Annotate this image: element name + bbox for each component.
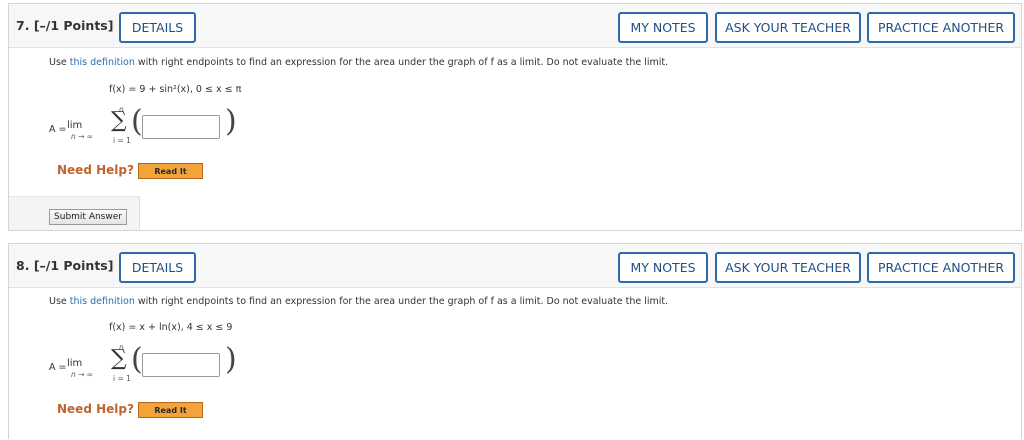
left-paren: (	[131, 342, 143, 377]
function-definition: f(x) = 9 + sin²(x), 0 ≤ x ≤ π	[109, 84, 242, 95]
submit-area: Submit Answer	[9, 196, 140, 230]
prompt-text-start: Use	[49, 57, 70, 68]
definition-link[interactable]: this definition	[70, 57, 135, 68]
right-paren: )	[225, 104, 237, 139]
question-8: 8. [–/1 Points] DETAILS MY NOTES ASK YOU…	[8, 243, 1022, 439]
answer-input[interactable]	[142, 353, 220, 377]
question-points: [–/1 Points]	[33, 258, 114, 273]
question-number: 8.	[16, 258, 30, 273]
submit-answer-button[interactable]: Submit Answer	[49, 209, 127, 225]
question-prompt: Use this definition with right endpoints…	[49, 57, 668, 68]
prompt-text-end: with right endpoints to find an expressi…	[134, 57, 669, 68]
area-limit-formula: A = lim n → ∞ n ∑ i = 1 ( )	[49, 105, 249, 152]
area-label: A =	[49, 362, 67, 373]
need-help-label: Need Help?	[57, 163, 134, 177]
sum-lower-bound: i = 1	[113, 374, 131, 383]
need-help-label: Need Help?	[57, 402, 134, 416]
ask-your-teacher-button[interactable]: ASK YOUR TEACHER	[715, 252, 861, 283]
question-8-header: 8. [–/1 Points] DETAILS MY NOTES ASK YOU…	[9, 244, 1021, 288]
question-7: 7. [–/1 Points] DETAILS MY NOTES ASK YOU…	[8, 3, 1022, 231]
sum-lower-bound: i = 1	[113, 136, 131, 145]
question-8-title: 8. [–/1 Points]	[16, 258, 113, 273]
practice-another-button[interactable]: PRACTICE ANOTHER	[867, 12, 1015, 43]
summation-icon: ∑	[111, 346, 127, 371]
prompt-text-start: Use	[49, 296, 70, 307]
prompt-text-end: with right endpoints to find an expressi…	[134, 296, 669, 307]
practice-another-button[interactable]: PRACTICE ANOTHER	[867, 252, 1015, 283]
area-label: A =	[49, 124, 67, 135]
limit-subscript: n → ∞	[71, 370, 94, 379]
question-number: 7.	[16, 18, 30, 33]
question-prompt: Use this definition with right endpoints…	[49, 296, 668, 307]
question-points: [–/1 Points]	[33, 18, 114, 33]
limit-subscript: n → ∞	[71, 132, 94, 141]
read-it-button[interactable]: Read It	[138, 402, 203, 418]
right-paren: )	[225, 342, 237, 377]
question-7-title: 7. [–/1 Points]	[16, 18, 113, 33]
limit-label: lim	[67, 120, 83, 131]
my-notes-button[interactable]: MY NOTES	[618, 252, 708, 283]
area-limit-formula: A = lim n → ∞ n ∑ i = 1 ( )	[49, 343, 249, 390]
left-paren: (	[131, 104, 143, 139]
limit-label: lim	[67, 358, 83, 369]
answer-input[interactable]	[142, 115, 220, 139]
definition-link[interactable]: this definition	[70, 296, 135, 307]
summation-icon: ∑	[111, 108, 127, 133]
my-notes-button[interactable]: MY NOTES	[618, 12, 708, 43]
function-definition: f(x) = x + ln(x), 4 ≤ x ≤ 9	[109, 322, 233, 333]
read-it-button[interactable]: Read It	[138, 163, 203, 179]
details-button[interactable]: DETAILS	[119, 252, 196, 283]
ask-your-teacher-button[interactable]: ASK YOUR TEACHER	[715, 12, 861, 43]
question-7-header: 7. [–/1 Points] DETAILS MY NOTES ASK YOU…	[9, 4, 1021, 48]
details-button[interactable]: DETAILS	[119, 12, 196, 43]
